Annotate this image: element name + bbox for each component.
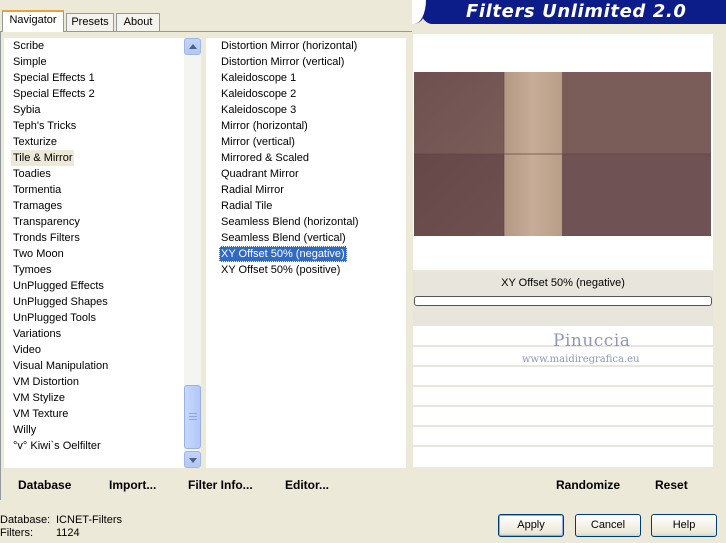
filter-info-button[interactable]: Filter Info...: [188, 478, 253, 492]
divider: [413, 425, 713, 427]
category-item[interactable]: Special Effects 1: [11, 70, 97, 86]
category-list[interactable]: Scribe Simple Special Effects 1 Special Eff…: [4, 38, 184, 468]
category-item[interactable]: Willy: [11, 422, 38, 438]
scroll-down-button[interactable]: [184, 451, 201, 468]
category-item[interactable]: Scribe: [11, 38, 46, 54]
scroll-thumb[interactable]: [184, 385, 201, 449]
randomize-button[interactable]: Randomize: [556, 478, 620, 492]
category-item[interactable]: Tile & Mirror: [11, 150, 75, 166]
database-label: Database:: [0, 514, 51, 526]
category-item[interactable]: Special Effects 2: [11, 86, 97, 102]
import-button[interactable]: Import...: [109, 478, 156, 492]
watermark-url: www.maidiregrafica.eu: [522, 354, 640, 365]
category-item[interactable]: Transparency: [11, 214, 82, 230]
divider: [413, 365, 713, 367]
category-item[interactable]: Toadies: [11, 166, 53, 182]
watermark-title: Pinuccia: [553, 331, 631, 351]
arrow-up-icon: [189, 44, 197, 49]
category-item[interactable]: Video: [11, 342, 43, 358]
category-item[interactable]: Simple: [11, 54, 49, 70]
filter-item[interactable]: Radial Tile: [219, 198, 274, 214]
filter-item[interactable]: XY Offset 50% (positive): [219, 262, 342, 278]
app-banner: Filters Unlimited 2.0: [412, 0, 726, 24]
category-item[interactable]: VM Distortion: [11, 374, 81, 390]
filter-item[interactable]: Radial Mirror: [219, 182, 286, 198]
filter-item[interactable]: Kaleidoscope 1: [219, 70, 298, 86]
category-item[interactable]: VM Texture: [11, 406, 70, 422]
category-item[interactable]: UnPlugged Effects: [11, 278, 106, 294]
filter-item[interactable]: Kaleidoscope 3: [219, 102, 298, 118]
filter-item[interactable]: Mirror (horizontal): [219, 118, 310, 134]
category-item[interactable]: Texturize: [11, 134, 59, 150]
category-item[interactable]: Tormentia: [11, 182, 63, 198]
filter-item[interactable]: Seamless Blend (vertical): [219, 230, 348, 246]
filters-count-value: 1124: [56, 527, 80, 539]
filter-item[interactable]: Mirrored & Scaled: [219, 150, 311, 166]
selected-filter-name: XY Offset 50% (negative): [501, 277, 625, 289]
filter-item[interactable]: XY Offset 50% (negative): [219, 246, 347, 262]
category-item[interactable]: Visual Manipulation: [11, 358, 110, 374]
database-button[interactable]: Database: [18, 478, 71, 492]
apply-button[interactable]: Apply: [498, 514, 564, 537]
category-item[interactable]: VM Stylize: [11, 390, 67, 406]
database-value: ICNET-Filters: [56, 514, 122, 526]
grip-line: [189, 419, 197, 420]
tab-navigator[interactable]: Navigator: [2, 10, 64, 32]
category-item[interactable]: Teph's Tricks: [11, 118, 78, 134]
scroll-up-button[interactable]: [184, 38, 201, 55]
divider: [413, 445, 713, 447]
arrow-down-icon: [189, 458, 197, 463]
category-item[interactable]: UnPlugged Tools: [11, 310, 98, 326]
divider: [413, 385, 713, 387]
filter-item[interactable]: Quadrant Mirror: [219, 166, 301, 182]
reset-button[interactable]: Reset: [655, 478, 688, 492]
category-item[interactable]: °v° Kiwi`s Oelfilter: [11, 438, 103, 454]
cancel-button[interactable]: Cancel: [575, 514, 641, 537]
filter-item[interactable]: Distortion Mirror (horizontal): [219, 38, 359, 54]
filters-count-label: Filters:: [0, 527, 33, 539]
divider: [413, 405, 713, 407]
filter-item[interactable]: Distortion Mirror (vertical): [219, 54, 346, 70]
category-item[interactable]: Variations: [11, 326, 63, 342]
grip-line: [189, 413, 197, 414]
category-item[interactable]: Two Moon: [11, 246, 66, 262]
preview-image: [414, 72, 711, 236]
filter-item[interactable]: Kaleidoscope 2: [219, 86, 298, 102]
tab-about[interactable]: About: [116, 13, 160, 31]
filter-name-band: XY Offset 50% (negative): [413, 272, 713, 326]
filter-list[interactable]: Distortion Mirror (horizontal) Distortion…: [206, 38, 406, 468]
help-button[interactable]: Help: [651, 514, 717, 537]
editor-button[interactable]: Editor...: [285, 478, 329, 492]
tab-presets[interactable]: Presets: [66, 13, 114, 31]
filter-slider[interactable]: [414, 296, 712, 306]
app-title: Filters Unlimited 2.0: [466, 1, 687, 22]
filter-item[interactable]: Seamless Blend (horizontal): [219, 214, 361, 230]
category-item[interactable]: UnPlugged Shapes: [11, 294, 110, 310]
filter-item[interactable]: Mirror (vertical): [219, 134, 297, 150]
category-item[interactable]: Tramages: [11, 198, 64, 214]
category-item[interactable]: Tymoes: [11, 262, 54, 278]
category-scrollbar[interactable]: [184, 38, 201, 468]
grip-line: [189, 416, 197, 417]
category-item[interactable]: Sybia: [11, 102, 43, 118]
category-item[interactable]: Tronds Filters: [11, 230, 82, 246]
